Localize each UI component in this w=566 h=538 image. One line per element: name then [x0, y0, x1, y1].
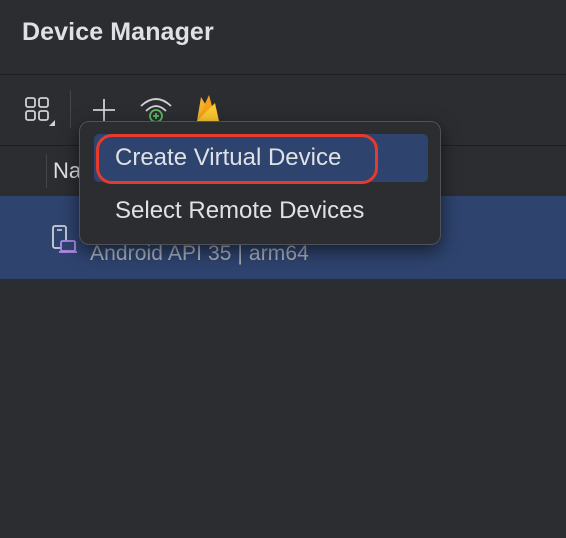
title-divider — [0, 74, 566, 75]
add-icon[interactable] — [90, 96, 118, 124]
column-header-name[interactable]: Na — [53, 158, 81, 184]
panel-title: Device Manager — [22, 18, 214, 46]
menu-item-select-remote-devices[interactable]: Select Remote Devices — [94, 187, 428, 235]
menu-item-create-virtual-device[interactable]: Create Virtual Device — [94, 134, 428, 182]
add-device-menu: Create Virtual Device Select Remote Devi… — [79, 121, 441, 245]
virtual-device-icon — [52, 225, 77, 253]
device-subtitle: Android API 35 | arm64 — [90, 242, 309, 265]
column-divider[interactable] — [46, 154, 47, 188]
device-grid-icon[interactable] — [22, 94, 56, 128]
toolbar-divider — [70, 90, 71, 128]
